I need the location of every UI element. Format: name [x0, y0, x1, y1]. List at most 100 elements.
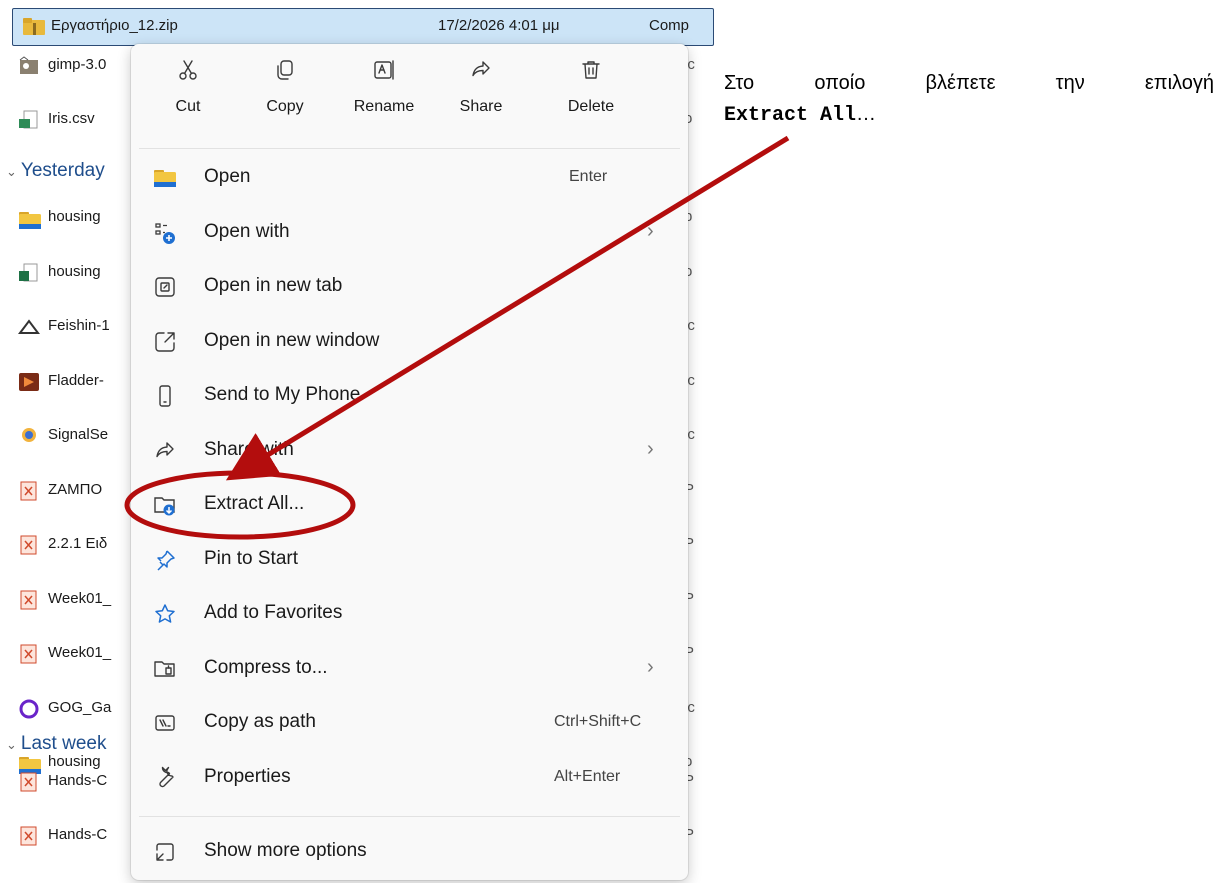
file-name: SignalSe [48, 426, 109, 443]
gog-app-icon [18, 699, 40, 719]
menu-item-shortcut: Alt+Enter [554, 767, 621, 785]
menu-item-pin-to-start[interactable]: Pin to Start [139, 536, 680, 584]
file-name: Εργαστήριο_12.zip [51, 17, 178, 34]
menu-item-label: Properties [204, 765, 291, 787]
more-options-icon [153, 840, 177, 864]
annotation-word: βλέπετε [925, 72, 996, 94]
file-date: 17/2/2026 4:01 μμ [438, 17, 560, 34]
pdf-file-icon [18, 772, 40, 792]
annotation-bold: Extract All [724, 104, 857, 127]
copy-icon [273, 58, 297, 82]
menu-item-send-to-my-phone[interactable]: Send to My Phone [139, 372, 680, 420]
menu-item-open-with[interactable]: Open with › [139, 209, 680, 257]
annotation-word: την [1055, 72, 1085, 94]
quick-action-label: Delete [567, 98, 615, 115]
copy-path-icon [153, 711, 177, 735]
signal-app-icon [18, 426, 40, 446]
menu-item-label: Open in new window [204, 329, 380, 351]
file-name: Fladder- [48, 371, 104, 389]
annotation-text: Στο οποίο βλέπετε την επιλογή Extract All… [724, 68, 1214, 131]
menu-item-shortcut: Ctrl+Shift+C [554, 713, 642, 730]
menu-item-extract-all[interactable]: Extract All... [139, 481, 680, 529]
file-name: housing [48, 208, 101, 225]
zip-folder-icon [23, 17, 45, 37]
pin-icon [153, 548, 177, 572]
group-header[interactable]: ⌄ Yesterday [6, 160, 132, 182]
menu-item-show-more-options[interactable]: Show more options [139, 828, 680, 876]
group-header-label: Yesterday [20, 160, 105, 181]
menu-item-copy-as-path[interactable]: Copy as path Ctrl+Shift+C [139, 699, 680, 747]
pdf-file-icon [18, 481, 40, 501]
file-name: gimp-3.0 [48, 56, 107, 73]
menu-item-label: Add to Favorites [204, 602, 343, 623]
share-button[interactable]: Share [440, 58, 522, 134]
menu-item-shortcut: Enter [569, 168, 608, 185]
quick-action-label: Share [459, 98, 503, 115]
menu-item-label: Extract All... [204, 493, 305, 514]
chevron-down-icon: ⌄ [6, 164, 17, 179]
file-name: 2.2.1 Ειδ [48, 535, 108, 552]
menu-item-open[interactable]: Open Enter [139, 154, 680, 202]
group-header-label: Last week [20, 733, 107, 754]
folder-icon [18, 208, 41, 229]
file-name: Week01_ [48, 644, 112, 661]
pdf-file-icon [18, 590, 40, 610]
submenu-chevron-icon: › [647, 655, 654, 678]
delete-button[interactable]: Delete [550, 58, 632, 134]
menu-divider [139, 148, 680, 149]
file-name: Hands-C [48, 772, 108, 789]
menu-item-label: Send to My Phone [204, 384, 361, 405]
menu-item-label: Open with [204, 220, 290, 242]
menu-divider [139, 816, 680, 817]
trash-icon [579, 58, 603, 82]
annotation-ellipsis: … [856, 103, 877, 125]
file-name: ΖΑΜΠΟ [48, 480, 103, 498]
menu-item-open-in-new-window[interactable]: Open in new window [139, 318, 680, 366]
scissors-icon [176, 58, 200, 82]
file-name: Feishin-1 [48, 317, 110, 334]
csv-file-icon [18, 110, 40, 130]
menu-item-label: Pin to Start [204, 547, 298, 569]
menu-item-label: Open [204, 166, 251, 187]
feishin-app-icon [18, 317, 40, 337]
share-icon [153, 439, 177, 463]
pdf-file-icon [18, 644, 40, 664]
menu-item-label: Compress to... [204, 656, 328, 678]
share-icon [469, 58, 493, 82]
new-tab-icon [153, 275, 177, 299]
group-header[interactable]: ⌄ Last week [6, 733, 132, 755]
pdf-file-icon [18, 826, 40, 846]
menu-item-properties[interactable]: Properties Alt+Enter [139, 754, 680, 802]
menu-item-label: Copy as path [204, 711, 316, 732]
annotation-line-1: Στο οποίο βλέπετε την επιλογή [724, 68, 1214, 99]
extract-icon [153, 493, 177, 517]
quick-action-label: Rename [353, 98, 415, 115]
context-menu: Cut Copy Rename Share Delete Open Enter Open w… [131, 44, 688, 880]
compress-icon [153, 657, 177, 681]
menu-item-label: Share with [204, 438, 294, 460]
new-window-icon [153, 330, 177, 354]
menu-item-add-to-favorites[interactable]: Add to Favorites [139, 590, 680, 638]
wrench-icon [153, 766, 177, 790]
submenu-chevron-icon: › [647, 219, 654, 242]
phone-icon [153, 384, 177, 408]
star-icon [153, 602, 177, 626]
fladder-app-icon [18, 372, 40, 392]
quick-action-label: Cut [175, 98, 201, 115]
quick-action-label: Copy [266, 98, 304, 115]
copy-button[interactable]: Copy [244, 58, 326, 134]
selected-file-row[interactable]: Εργαστήριο_12.zip 17/2/2026 4:01 μμ Comp [12, 8, 714, 46]
annotation-word: Στο [724, 72, 755, 94]
rename-button[interactable]: Rename [343, 58, 425, 134]
file-name: Iris.csv [48, 110, 95, 127]
menu-item-compress-to[interactable]: Compress to... › [139, 645, 680, 693]
submenu-chevron-icon: › [647, 437, 654, 460]
cut-button[interactable]: Cut [147, 58, 229, 134]
file-type: Comp [649, 17, 690, 34]
menu-item-open-in-new-tab[interactable]: Open in new tab [139, 263, 680, 311]
annotation-line-2: Extract All… [724, 99, 1214, 131]
file-name: Hands-C [48, 826, 108, 843]
menu-item-share-with[interactable]: Share with › [139, 427, 680, 475]
folder-icon [153, 166, 177, 190]
file-name: GOG_Ga [48, 698, 112, 716]
